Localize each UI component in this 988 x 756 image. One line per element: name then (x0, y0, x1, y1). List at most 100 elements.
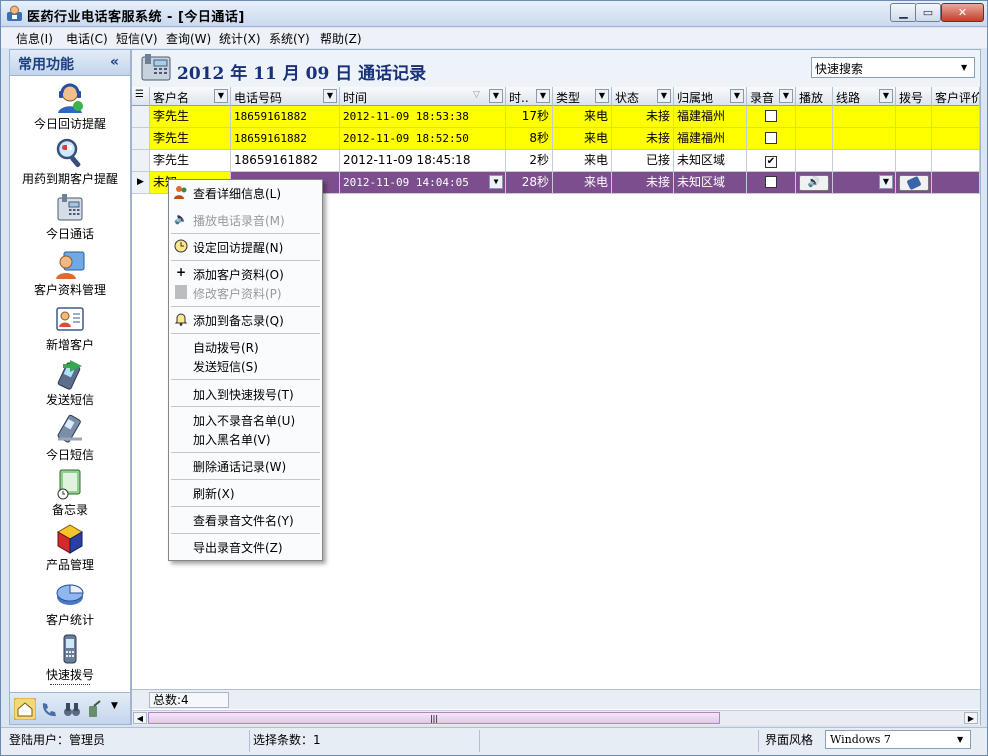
cell-duration[interactable]: 2秒 (506, 150, 553, 172)
menu-auto-dial[interactable]: 自动拨号(R) (169, 337, 322, 356)
menu-query[interactable]: 查询(W) (166, 30, 211, 47)
menu-export-recording[interactable]: 导出录音文件(Z) (169, 537, 322, 556)
recorded-checkbox[interactable] (765, 176, 777, 188)
cell-status[interactable]: 未接 (612, 172, 674, 194)
cell-time[interactable]: 2012-11-09 18:53:38 (340, 106, 506, 128)
column-header-time[interactable]: 时间 ▽ ▼ (340, 87, 506, 106)
menu-add-speed-dial[interactable]: 加入到快速拨号(T) (169, 384, 322, 403)
horizontal-scrollbar[interactable]: ◀ ||| ▶ (132, 710, 980, 725)
menu-add-no-record-list[interactable]: 加入不录音名单(U) (169, 410, 322, 429)
cell-status[interactable]: 未接 (612, 128, 674, 150)
sidebar-item-customer-stats[interactable]: 客户统计 (10, 576, 130, 630)
sidebar-item-today-sms[interactable]: 今日短信 (10, 411, 130, 465)
menu-play-recording[interactable]: 🔈 播放电话录音(M) (169, 210, 322, 229)
binoculars-icon[interactable] (63, 700, 81, 718)
quick-search-dropdown[interactable]: 快速搜索 ▼ (811, 57, 975, 78)
cell-rating[interactable] (932, 150, 980, 172)
cell-time[interactable]: 2012-11-09 18:45:18 (340, 150, 506, 172)
column-header-line[interactable]: 线路 ▼ (833, 87, 896, 106)
menu-set-reminder[interactable]: 设定回访提醒(N) (169, 237, 322, 256)
cell-type[interactable]: 来电 (553, 150, 612, 172)
menu-system[interactable]: 系统(Y) (269, 30, 310, 47)
row-selector-header[interactable]: ☰ (132, 87, 150, 106)
cell-rating[interactable] (932, 106, 980, 128)
menu-add-customer[interactable]: + 添加客户资料(O) (169, 264, 322, 283)
cell-line[interactable] (833, 128, 896, 150)
cell-name[interactable]: 李先生 (150, 106, 231, 128)
cell-type[interactable]: 来电 (553, 128, 612, 150)
recorded-checkbox[interactable] (765, 110, 777, 122)
row-selector[interactable] (132, 150, 150, 172)
cell-status[interactable]: 未接 (612, 106, 674, 128)
sidebar-item-memo[interactable]: 备忘录 (10, 466, 130, 520)
satellite-phone-icon[interactable] (86, 700, 104, 718)
sidebar-item-product-management[interactable]: 产品管理 (10, 521, 130, 575)
cell-rating[interactable] (932, 172, 980, 194)
menu-add-memo[interactable]: 添加到备忘录(Q) (169, 310, 322, 329)
cell-play[interactable] (796, 150, 833, 172)
cell-dial[interactable] (896, 172, 932, 194)
line-dropdown-icon[interactable]: ▼ (879, 175, 893, 189)
sidebar-item-today-calls[interactable]: 今日通话 (10, 190, 130, 244)
maximize-button[interactable]: ▭ (915, 3, 941, 22)
filter-dropdown-icon[interactable]: ▼ (730, 89, 744, 103)
scroll-left-icon[interactable]: ◀ (133, 712, 147, 724)
theme-select[interactable]: Windows 7 ▼ (825, 730, 971, 749)
filter-dropdown-icon[interactable]: ▼ (879, 89, 893, 103)
cell-type[interactable]: 来电 (553, 106, 612, 128)
sidebar-item-speed-dial[interactable]: 快速拨号 (10, 631, 130, 685)
collapse-icon[interactable]: « (110, 54, 119, 70)
sidebar-item-send-sms[interactable]: 发送短信 (10, 356, 130, 410)
column-header-location[interactable]: 归属地 ▼ (674, 87, 747, 106)
column-header-duration[interactable]: 时.. ▼ (506, 87, 553, 106)
table-row[interactable]: 李先生 18659161882 2012-11-09 18:53:38 17秒 … (132, 106, 980, 128)
cell-location[interactable]: 未知区域 (674, 172, 747, 194)
cell-location[interactable]: 福建福州 (674, 106, 747, 128)
close-button[interactable]: ✕ (941, 3, 984, 22)
row-selector[interactable] (132, 128, 150, 150)
menu-add-blacklist[interactable]: 加入黑名单(V) (169, 429, 322, 448)
menu-info[interactable]: 信息(I) (16, 30, 53, 47)
cell-line[interactable]: ▼ (833, 172, 896, 194)
column-header-phone[interactable]: 电话号码 ▼ (231, 87, 340, 106)
cell-type[interactable]: 来电 (553, 172, 612, 194)
sidebar-item-customer-management[interactable]: 客户资料管理 (10, 246, 130, 300)
cell-duration[interactable]: 17秒 (506, 106, 553, 128)
cell-recorded[interactable]: ✔ (747, 150, 796, 172)
cell-time[interactable]: 2012-11-09 18:52:50 (340, 128, 506, 150)
scrollbar-thumb[interactable]: ||| (148, 712, 720, 724)
chevron-down-icon[interactable]: ▼ (111, 701, 129, 719)
cell-phone[interactable]: 18659161882 (231, 128, 340, 150)
menu-help[interactable]: 帮助(Z) (320, 30, 362, 47)
menu-edit-customer[interactable]: 修改客户资料(P) (169, 283, 322, 302)
cell-duration[interactable]: 8秒 (506, 128, 553, 150)
cell-phone[interactable]: 18659161882 (231, 106, 340, 128)
sidebar-item-add-customer[interactable]: 新增客户 (10, 301, 130, 355)
sidebar-item-medication-expiry[interactable]: 用药到期客户提醒 (10, 135, 130, 189)
menu-stats[interactable]: 统计(X) (219, 30, 261, 47)
menu-phone[interactable]: 电话(C) (66, 30, 108, 47)
filter-dropdown-icon[interactable]: ▼ (595, 89, 609, 103)
cell-dropdown-icon[interactable]: ▼ (489, 175, 503, 189)
cell-location[interactable]: 福建福州 (674, 128, 747, 150)
menu-view-recording-filename[interactable]: 查看录音文件名(Y) (169, 510, 322, 529)
filter-dropdown-icon[interactable]: ▼ (214, 89, 228, 103)
cell-dial[interactable] (896, 150, 932, 172)
cell-location[interactable]: 未知区域 (674, 150, 747, 172)
cell-play[interactable] (796, 128, 833, 150)
column-header-status[interactable]: 状态 ▼ (612, 87, 674, 106)
cell-dial[interactable] (896, 128, 932, 150)
cell-line[interactable] (833, 106, 896, 128)
recorded-checkbox-checked[interactable]: ✔ (765, 156, 777, 168)
minimize-button[interactable]: ▁ (890, 3, 917, 22)
cell-rating[interactable] (932, 128, 980, 150)
filter-dropdown-icon[interactable]: ▼ (323, 89, 337, 103)
dial-phone-icon[interactable] (899, 175, 929, 191)
cell-recorded[interactable] (747, 106, 796, 128)
speaker-icon[interactable]: 🔊 (799, 175, 829, 191)
cell-name[interactable]: 李先生 (150, 128, 231, 150)
column-header-play[interactable]: 播放 (796, 87, 833, 106)
sidebar-item-callback-reminder[interactable]: 今日回访提醒 (10, 80, 130, 134)
cell-play[interactable]: 🔊 (796, 172, 833, 194)
cell-name[interactable]: 李先生 (150, 150, 231, 172)
